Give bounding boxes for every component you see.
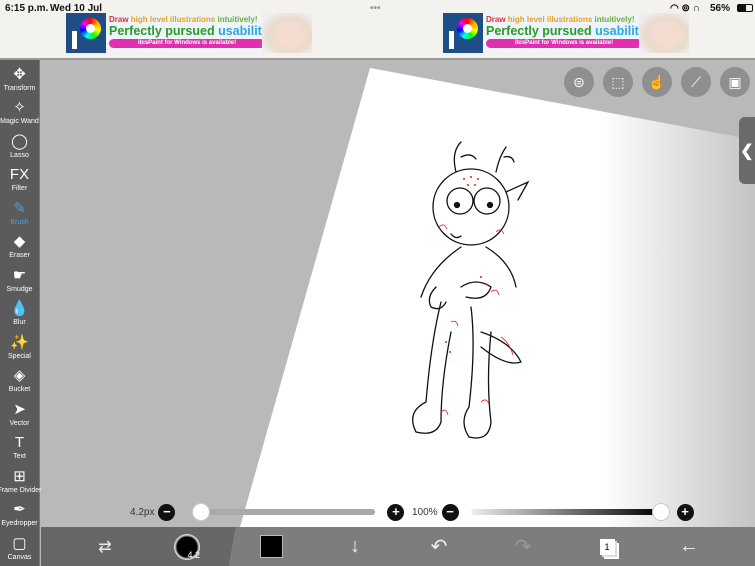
magic-wand-icon: ✧ bbox=[13, 99, 26, 116]
battery-percent: 56% bbox=[710, 3, 731, 14]
multitask-dots-icon[interactable]: ••• bbox=[370, 3, 381, 14]
tool-label: Eyedropper bbox=[1, 520, 38, 527]
status-time: 6:15 p.m. bbox=[5, 3, 49, 14]
ibispaint-logo bbox=[66, 13, 106, 53]
tool-special[interactable]: ✨ Special bbox=[0, 328, 39, 362]
selection-button[interactable]: ⬚ bbox=[603, 67, 633, 97]
download-arrow-icon[interactable]: ↓ bbox=[343, 527, 367, 566]
size-plus-button[interactable]: + bbox=[387, 503, 405, 521]
tool-label: Frame Divider bbox=[0, 486, 42, 494]
tool-transform[interactable]: ✥ Transform bbox=[0, 60, 39, 94]
reference-image-button[interactable]: ▣ bbox=[720, 67, 750, 97]
bucket-icon: ◈ bbox=[13, 367, 26, 384]
ibispaint-logo bbox=[443, 13, 483, 53]
blur-icon: 💧 bbox=[10, 300, 29, 317]
lasso-icon: ◯ bbox=[11, 132, 28, 150]
tool-label: Filter bbox=[11, 185, 28, 192]
tool-label: Magic Wand bbox=[0, 118, 39, 125]
tool-smudge[interactable]: ☛ Smudge bbox=[0, 261, 39, 295]
text-icon: T bbox=[14, 434, 25, 451]
slider-knob[interactable] bbox=[191, 503, 210, 521]
eraser-icon: ◆ bbox=[13, 233, 26, 250]
tool-brush[interactable]: ✎ Brush bbox=[0, 194, 39, 228]
tool-label: Text bbox=[13, 453, 26, 460]
ruler-button[interactable]: ⟋ bbox=[681, 67, 711, 97]
transform-icon: ✥ bbox=[13, 65, 26, 83]
layer-toggle-button[interactable]: ⊜ bbox=[564, 67, 594, 97]
back-arrow-icon[interactable]: ← bbox=[677, 527, 701, 566]
ad-illustration bbox=[639, 13, 689, 53]
tool-magic-wand[interactable]: ✧ Magic Wand bbox=[0, 94, 39, 128]
bottom-toolbar: ⇄ 4.2 ↓ ↶ ↷ 1 ← bbox=[41, 527, 755, 566]
tool-label: Canvas bbox=[7, 553, 32, 561]
brush-icon: ✎ bbox=[13, 199, 26, 217]
frame-divider-icon: ⊞ bbox=[13, 467, 26, 485]
undo-icon[interactable]: ↶ bbox=[427, 527, 451, 566]
tool-filter[interactable]: FX Filter bbox=[0, 161, 39, 195]
tool-label: Eraser bbox=[9, 252, 30, 259]
redo-icon[interactable]: ↷ bbox=[511, 527, 535, 566]
swap-brush-eraser-icon[interactable]: ⇄ bbox=[91, 527, 119, 566]
tool-label: Brush bbox=[10, 218, 29, 226]
drawing-canvas[interactable]: ⊜ ⬚ ☝ ⟋ ▣ ❮ bbox=[41, 62, 755, 527]
color-button[interactable] bbox=[259, 527, 283, 566]
tool-text[interactable]: T Text bbox=[0, 429, 39, 463]
tool-label: Transform bbox=[3, 84, 36, 92]
opacity-control: 100% − + bbox=[412, 503, 694, 521]
tool-lasso[interactable]: ◯ Lasso bbox=[0, 127, 39, 161]
brush-size-label: 4.2px bbox=[130, 506, 155, 518]
layer-count: 1 bbox=[599, 538, 615, 555]
eyedropper-icon: ✒ bbox=[13, 501, 26, 518]
gesture-button[interactable]: ☝ bbox=[642, 67, 672, 97]
canvas-icon: ▢ bbox=[12, 534, 27, 552]
opacity-minus-button[interactable]: − bbox=[441, 503, 459, 521]
opacity-label: 100% bbox=[412, 506, 438, 518]
tool-blur[interactable]: 💧 Blur bbox=[0, 295, 39, 329]
canvas-paper[interactable] bbox=[41, 62, 755, 527]
brush-size-control: 4.2px − + bbox=[130, 503, 405, 521]
tool-sidebar: ✥ Transform ✧ Magic Wand ◯ Lasso FX Filter ✎ Brus… bbox=[0, 60, 42, 566]
tool-eraser[interactable]: ◆ Eraser bbox=[0, 228, 39, 262]
tool-label: Lasso bbox=[10, 151, 29, 159]
tool-label: Blur bbox=[13, 319, 26, 326]
ad-banner[interactable]: Draw high level illustrations intuitivel… bbox=[66, 13, 312, 53]
tool-label: Smudge bbox=[6, 285, 33, 293]
brush-size-slider[interactable] bbox=[191, 503, 376, 521]
opacity-plus-button[interactable]: + bbox=[676, 503, 694, 521]
layers-button[interactable]: 1 bbox=[595, 527, 619, 566]
ad-pill: ibisPaint for Windows is available! bbox=[486, 39, 642, 48]
tool-bucket[interactable]: ◈ Bucket bbox=[0, 362, 39, 396]
ad-illustration bbox=[262, 13, 312, 53]
current-color-swatch bbox=[259, 535, 283, 558]
tool-frame-divider[interactable]: ⊞ Frame Divider bbox=[0, 462, 42, 496]
side-panel-toggle[interactable]: ❮ bbox=[739, 117, 755, 184]
ad-pill: ibisPaint for Windows is available! bbox=[109, 39, 265, 48]
slider-knob[interactable] bbox=[651, 503, 670, 521]
special-icon: ✨ bbox=[10, 333, 29, 351]
tool-vector[interactable]: ➤ Vector bbox=[0, 395, 39, 429]
tool-eyedropper[interactable]: ✒ Eyedropper bbox=[0, 496, 39, 530]
size-minus-button[interactable]: − bbox=[158, 503, 176, 521]
tool-canvas[interactable]: ▢ Canvas bbox=[0, 529, 39, 563]
tool-label: Vector bbox=[9, 419, 30, 427]
vector-icon: ➤ bbox=[13, 400, 26, 418]
tool-label: Special bbox=[8, 352, 31, 360]
brush-preview-button[interactable]: 4.2 bbox=[173, 527, 201, 566]
status-bar: 6:15 p.m. Wed 10 Jul ••• ◠ ⊚ ∩ 56% Draw … bbox=[0, 0, 755, 60]
tool-label: Bucket bbox=[8, 386, 31, 393]
filter-icon: FX bbox=[9, 166, 30, 183]
opacity-slider[interactable] bbox=[470, 503, 670, 521]
smudge-icon: ☛ bbox=[12, 266, 27, 284]
ad-banner-2[interactable]: Draw high level illustrations intuitivel… bbox=[443, 13, 689, 53]
battery-icon bbox=[737, 4, 753, 12]
brush-size-preview: 4.2 bbox=[174, 533, 200, 560]
